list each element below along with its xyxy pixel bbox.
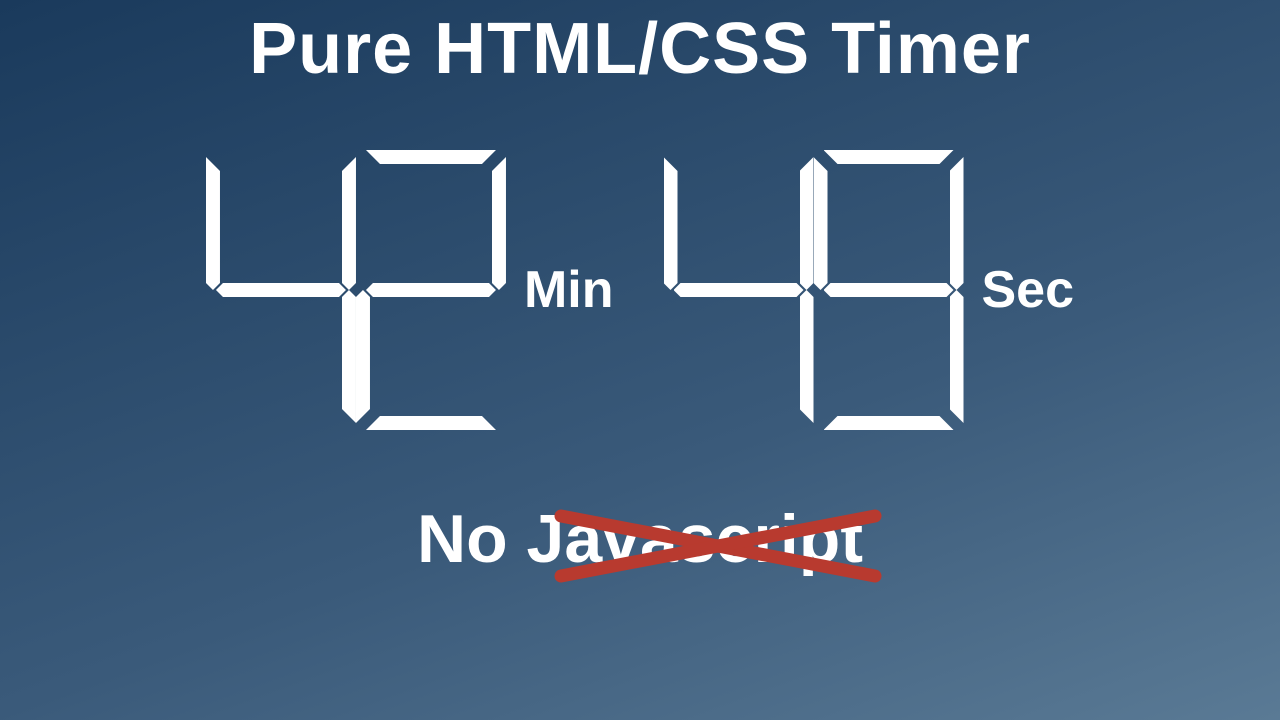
page-title: Pure HTML/CSS Timer [0, 0, 1280, 90]
seconds-label: Sec [982, 260, 1075, 430]
seconds-ones-digit [814, 150, 964, 430]
seconds-tens-digit [664, 150, 814, 430]
minutes-ones-digit [356, 150, 506, 430]
minutes-tens-digit [206, 150, 356, 430]
seconds-group: Sec [664, 150, 1075, 430]
subtitle-container: No Javascript [417, 500, 863, 578]
timer-display: Min Sec [0, 150, 1280, 430]
minutes-group: Min [206, 150, 614, 430]
seconds-digits [664, 150, 964, 430]
subtitle-text: No Javascript [417, 501, 863, 577]
minutes-digits [206, 150, 506, 430]
minutes-label: Min [524, 260, 614, 430]
